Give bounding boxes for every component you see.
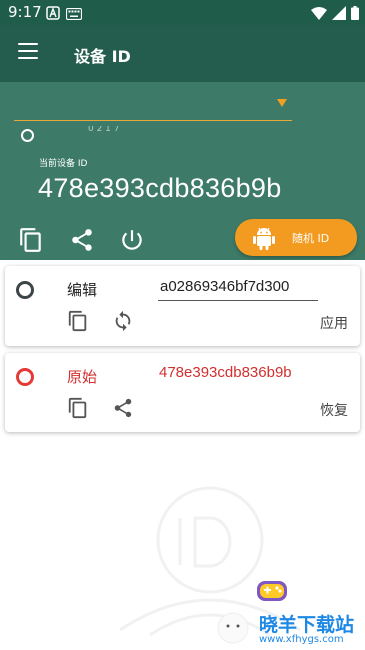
share-icon[interactable]: [112, 397, 134, 419]
original-radio[interactable]: [16, 368, 34, 386]
status-left-icons: [46, 5, 83, 24]
copy-icon[interactable]: [67, 310, 89, 332]
cell-signal-icon: [332, 5, 346, 24]
current-id-label: 当前设备 ID: [39, 159, 88, 169]
keyboard-icon: [65, 5, 83, 24]
random-id-label: 随机 ID: [292, 232, 330, 245]
header-panel: 0 2 1 7 当前设备 ID 478e393cdb836b9b 随机 ID: [0, 82, 365, 260]
site-watermark-name: 晓羊下载站: [259, 614, 355, 636]
edit-label: 编辑: [67, 281, 98, 299]
random-id-button[interactable]: 随机 ID: [235, 219, 357, 256]
edit-card: 编辑 应用: [5, 266, 360, 346]
status-bar: 9:17: [0, 0, 365, 25]
header-radio[interactable]: [21, 129, 34, 142]
edit-radio[interactable]: [16, 281, 34, 299]
battery-icon: [351, 5, 359, 24]
notification-a-icon: [46, 5, 60, 24]
edit-id-input[interactable]: [158, 275, 318, 301]
site-watermark-url: www.xfhygs.com: [259, 634, 344, 645]
share-icon[interactable]: [69, 227, 95, 253]
id-dropdown[interactable]: [14, 120, 292, 121]
gamepad-logo-icon: [256, 579, 288, 611]
refresh-icon[interactable]: [112, 310, 134, 332]
power-icon[interactable]: [119, 227, 145, 253]
restore-button[interactable]: 恢复: [320, 400, 348, 420]
android-icon: [253, 226, 275, 254]
wifi-icon: [311, 5, 327, 24]
sheep-mascot-icon: [213, 610, 253, 650]
current-device-id: 478e393cdb836b9b: [38, 173, 282, 203]
hamburger-menu-icon[interactable]: [18, 43, 40, 61]
faded-dropdown-text: 0 2 1 7: [88, 126, 120, 132]
chevron-down-icon[interactable]: [277, 99, 287, 107]
status-time: 9:17: [8, 3, 42, 21]
apply-button[interactable]: 应用: [320, 313, 348, 333]
app-title: 设备 ID: [74, 47, 131, 66]
status-right-icons: [311, 5, 359, 24]
original-device-id: 478e393cdb836b9b: [159, 364, 292, 381]
original-card: 原始 478e393cdb836b9b 恢复: [5, 353, 360, 432]
copy-icon[interactable]: [18, 227, 44, 253]
original-label: 原始: [67, 368, 98, 386]
copy-icon[interactable]: [67, 397, 89, 419]
app-bar: 设备 ID: [0, 25, 365, 82]
